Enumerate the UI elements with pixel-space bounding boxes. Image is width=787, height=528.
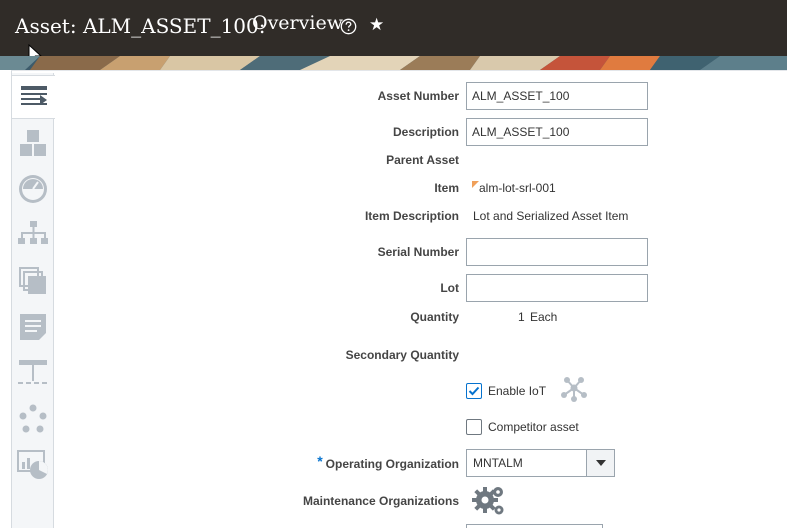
page-header: Asset: ALM_ASSET_100: Overview ★: [0, 0, 787, 65]
description-input[interactable]: ALM_ASSET_100: [466, 118, 648, 146]
sidetab-lifecycle[interactable]: [12, 397, 54, 441]
gears-icon[interactable]: [472, 484, 506, 521]
edit-flag-icon: [472, 181, 479, 188]
sidetab-analytics[interactable]: [12, 443, 54, 487]
enable-iot-label: Enable IoT: [488, 384, 547, 398]
operating-organization-label: * Operating Organization: [317, 453, 459, 471]
maintenance-organizations-field[interactable]: [466, 524, 603, 528]
checkmark-icon: [468, 386, 480, 396]
star-icon[interactable]: ★: [369, 15, 384, 35]
lot-label: Lot: [440, 281, 459, 295]
quantity-uom: Each: [530, 310, 558, 324]
item-value-text: alm-lot-srl-001: [479, 181, 556, 195]
header-banner-image: [0, 56, 787, 70]
page-title: Overview: [252, 12, 343, 34]
serial-number-label: Serial Number: [377, 245, 459, 259]
item-description-value: Lot and Serialized Asset Item: [473, 209, 629, 223]
competitor-asset-checkbox[interactable]: [466, 419, 482, 435]
competitor-asset-label: Competitor asset: [488, 420, 579, 434]
analytics-icon: [17, 450, 49, 480]
item-description-label: Item Description: [364, 209, 459, 223]
parent-asset-label: Parent Asset: [386, 153, 459, 167]
description-label: Description: [392, 125, 459, 139]
gauge-icon: [18, 174, 48, 204]
sidetab-logical-hierarchy[interactable]: [12, 351, 54, 395]
sidetab-documents[interactable]: [12, 259, 54, 303]
notes-icon: [19, 313, 47, 341]
maintenance-organizations-label: Maintenance Organizations: [302, 494, 459, 508]
asset-title: Asset: ALM_ASSET_100:: [15, 14, 266, 38]
iot-network-icon[interactable]: [559, 375, 589, 406]
sidetab-overview[interactable]: [12, 75, 55, 119]
hierarchy-icon: [18, 220, 48, 250]
overview-icon: [20, 84, 48, 110]
help-circle-icon[interactable]: [340, 18, 357, 35]
lot-input[interactable]: [466, 274, 648, 302]
operating-organization-label-text: Operating Organization: [325, 457, 459, 471]
dropdown-button[interactable]: [586, 450, 614, 476]
required-indicator: *: [317, 453, 323, 469]
item-value[interactable]: alm-lot-srl-001: [472, 181, 556, 195]
side-navigation: [11, 73, 55, 528]
tree-icon: [17, 358, 49, 388]
sidetab-structure[interactable]: [12, 121, 54, 165]
asset-number-label: Asset Number: [377, 89, 459, 103]
copy-icon: [19, 267, 47, 295]
secondary-quantity-label: Secondary Quantity: [345, 348, 459, 362]
sidetab-notes[interactable]: [12, 305, 54, 349]
item-label: Item: [434, 181, 459, 195]
enable-iot-checkbox[interactable]: [466, 383, 482, 399]
quantity-label: Quantity: [410, 310, 459, 324]
sidetab-hierarchy[interactable]: [12, 213, 54, 257]
asset-number-input[interactable]: ALM_ASSET_100: [466, 82, 648, 110]
sidetab-meters[interactable]: [12, 167, 54, 211]
cycle-icon: [18, 404, 48, 434]
operating-organization-value: MNTALM: [473, 456, 523, 470]
quantity-value: 1: [518, 310, 525, 324]
operating-organization-select[interactable]: MNTALM: [466, 449, 615, 477]
blocks-icon: [19, 129, 47, 157]
chevron-down-icon: [595, 460, 606, 466]
serial-number-input[interactable]: [466, 238, 648, 266]
